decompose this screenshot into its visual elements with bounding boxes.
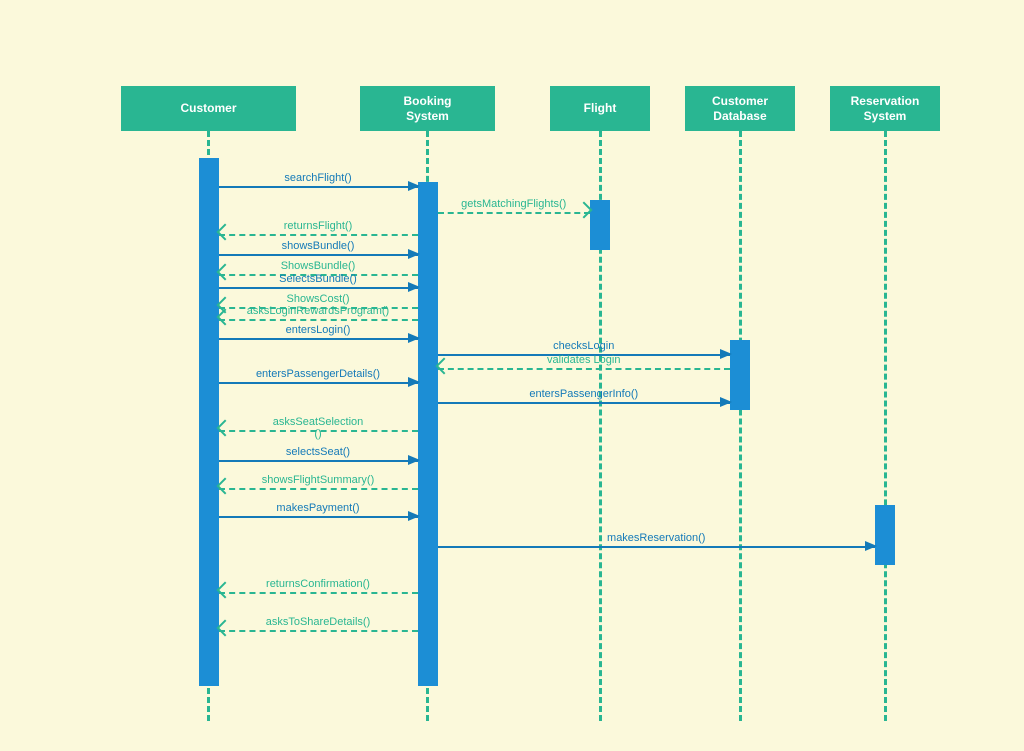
participant-custdb: CustomerDatabase	[685, 86, 795, 131]
message-label: searchFlight()	[219, 172, 418, 184]
message-label: returnsConfirmation()	[219, 578, 418, 590]
message-label: asksSeatSelection()	[219, 416, 418, 440]
activation-reservation	[875, 505, 895, 565]
message-label: entersPassengerInfo()	[438, 388, 731, 400]
activation-booking	[418, 182, 438, 686]
message-label: makesPayment()	[219, 502, 418, 514]
message-label: checksLogin	[438, 340, 731, 352]
sequence-diagram-canvas: Customer BookingSystem Flight CustomerDatab…	[0, 0, 1024, 751]
participant-flight: Flight	[550, 86, 650, 131]
message-label: asksToShareDetails()	[219, 616, 418, 628]
message-label: entersPassengerDetails()	[219, 368, 418, 380]
message-label: entersLogin()	[219, 324, 418, 336]
message-label: SelectsBundle()	[219, 273, 418, 285]
participant-booking: BookingSystem	[360, 86, 495, 131]
message-label: ShowsBundle()	[219, 260, 418, 272]
participant-customer: Customer	[121, 86, 296, 131]
participant-reservation: ReservationSystem	[830, 86, 940, 131]
lifeline-custdb	[739, 131, 742, 721]
activation-custdb	[730, 340, 750, 410]
message-label: getsMatchingFlights()	[438, 198, 591, 210]
message-label: validates Login	[438, 354, 731, 366]
message-label: selectsSeat()	[219, 446, 418, 458]
message-label: returnsFlight()	[219, 220, 418, 232]
activation-flight	[590, 200, 610, 250]
message-label: showsFlightSummary()	[219, 474, 418, 486]
activation-customer	[199, 158, 219, 686]
message-label: asksLoginRewardsProgram()	[219, 305, 418, 317]
lifeline-reservation	[884, 131, 887, 721]
message-label: makesReservation()	[438, 532, 876, 544]
message-label: ShowsCost()	[219, 293, 418, 305]
message-label: showsBundle()	[219, 240, 418, 252]
